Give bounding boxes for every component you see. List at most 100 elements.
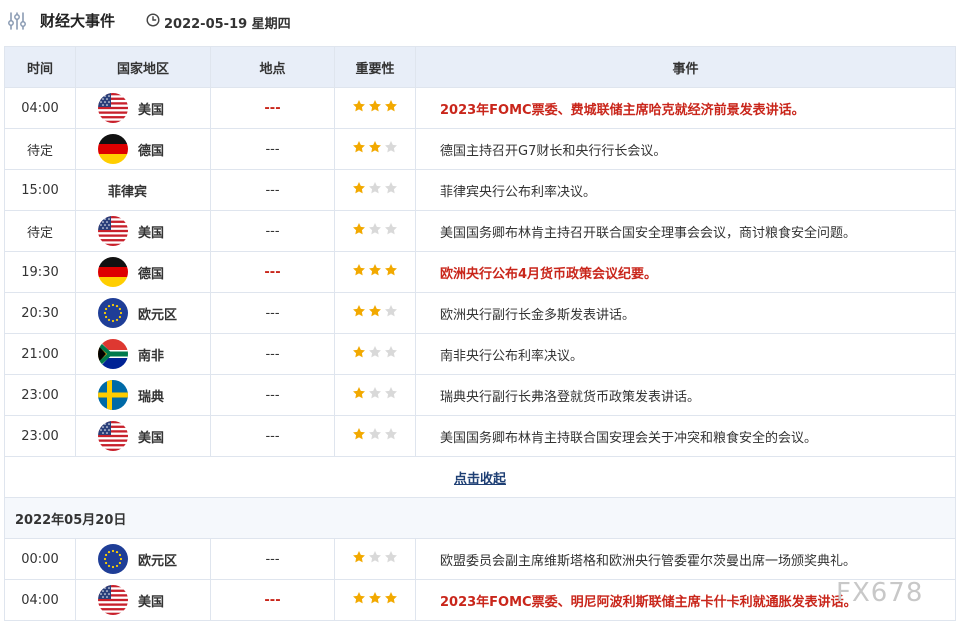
column-header-importance: 重要性: [334, 46, 416, 88]
importance-rating: [334, 333, 416, 375]
event-description: 欧洲央行副行长金多斯发表讲话。: [415, 292, 956, 334]
event-time: 21:00: [4, 333, 76, 375]
table-row: 00:00 欧元区 --- 欧盟委员会副主席维斯塔格和欧洲央行管委霍尔茨曼出席一场颁奖…: [4, 538, 956, 580]
event-description: 2023年FOMC票委、费城联储主席哈克就经济前景发表讲话。: [415, 87, 956, 129]
country-name: 欧元区: [138, 553, 178, 569]
flag-eu-icon: [98, 544, 128, 574]
flag-us-icon: [98, 216, 128, 246]
event-location: ---: [210, 579, 335, 621]
table-header-row: 时间 国家地区 地点 重要性 事件: [4, 46, 956, 88]
star-empty-icon: [369, 428, 381, 440]
star-empty-icon: [385, 551, 397, 563]
event-location: ---: [210, 415, 335, 457]
star-empty-icon: [369, 182, 381, 194]
collapse-row: 点击收起: [4, 456, 956, 498]
star-empty-icon: [385, 387, 397, 399]
country-name: 德国: [138, 143, 165, 159]
star-filled-icon: [353, 264, 365, 276]
star-filled-icon: [369, 141, 381, 153]
collapse-link[interactable]: 点击收起: [454, 472, 506, 487]
country-name: 菲律宾: [108, 184, 148, 200]
event-location: ---: [210, 128, 335, 170]
country-name: 美国: [138, 225, 165, 241]
star-filled-icon: [353, 223, 365, 235]
events-table: 时间 国家地区 地点 重要性 事件 04:00 美国 --- 2023年FOMC票委、…: [4, 46, 956, 621]
event-time: 00:00: [4, 538, 76, 580]
next-day-label: 2022年05月20日: [4, 497, 956, 539]
importance-rating: [334, 128, 416, 170]
event-location: ---: [210, 251, 335, 293]
country-name: 德国: [138, 266, 165, 282]
importance-rating: [334, 415, 416, 457]
flag-us-icon: [98, 585, 128, 615]
column-header-country: 国家地区: [75, 46, 211, 88]
star-filled-icon: [353, 100, 365, 112]
page-header: 财经大事件 2022-05-19 星期四: [0, 0, 960, 42]
event-location: ---: [210, 538, 335, 580]
event-location: ---: [210, 333, 335, 375]
event-time: 待定: [4, 128, 76, 170]
event-description: 美国国务卿布林肯主持联合国安理会关于冲突和粮食安全的会议。: [415, 415, 956, 457]
table-row: 04:00 美国 --- 2023年FOMC票委、明尼阿波利斯联储主席卡什卡利就通胀发…: [4, 579, 956, 621]
table-row: 20:30 欧元区 --- 欧洲央行副行长金多斯发表讲话。: [4, 292, 956, 334]
star-empty-icon: [385, 141, 397, 153]
event-location: ---: [210, 87, 335, 129]
country-name: 南非: [138, 348, 165, 364]
event-description: 南非央行公布利率决议。: [415, 333, 956, 375]
table-row: 23:00 瑞典 --- 瑞典央行副行长弗洛登就货币政策发表讲话。: [4, 374, 956, 416]
sliders-icon: [8, 12, 26, 30]
importance-rating: [334, 169, 416, 211]
event-description: 美国国务卿布林肯主持召开联合国安全理事会会议，商讨粮食安全问题。: [415, 210, 956, 252]
star-filled-icon: [369, 264, 381, 276]
event-description: 菲律宾央行公布利率决议。: [415, 169, 956, 211]
star-filled-icon: [385, 592, 397, 604]
country-name: 欧元区: [138, 307, 178, 323]
flag-eu-icon: [98, 298, 128, 328]
table-row: 23:00 美国 --- 美国国务卿布林肯主持联合国安理会关于冲突和粮食安全的会议。: [4, 415, 956, 457]
star-empty-icon: [385, 428, 397, 440]
importance-rating: [334, 579, 416, 621]
star-filled-icon: [369, 305, 381, 317]
country-name: 美国: [138, 594, 165, 610]
page-title: 财经大事件: [40, 12, 116, 30]
importance-rating: [334, 374, 416, 416]
flag-za-icon: [98, 339, 128, 369]
flag-us-icon: [98, 93, 128, 123]
flag-de-icon: [98, 134, 128, 164]
event-time: 待定: [4, 210, 76, 252]
star-filled-icon: [385, 100, 397, 112]
importance-rating: [334, 292, 416, 334]
star-filled-icon: [353, 428, 365, 440]
event-location: ---: [210, 374, 335, 416]
star-filled-icon: [353, 141, 365, 153]
star-filled-icon: [385, 264, 397, 276]
star-empty-icon: [369, 387, 381, 399]
flag-se-icon: [98, 380, 128, 410]
event-time: 19:30: [4, 251, 76, 293]
star-filled-icon: [369, 100, 381, 112]
importance-rating: [334, 538, 416, 580]
table-row: 04:00 美国 --- 2023年FOMC票委、费城联储主席哈克就经济前景发表讲话。: [4, 87, 956, 129]
table-row: 15:00 菲律宾 --- 菲律宾央行公布利率决议。: [4, 169, 956, 211]
star-empty-icon: [369, 346, 381, 358]
country-name: 美国: [138, 430, 165, 446]
star-empty-icon: [385, 346, 397, 358]
star-empty-icon: [385, 223, 397, 235]
star-empty-icon: [385, 182, 397, 194]
event-time: 04:00: [4, 579, 76, 621]
star-filled-icon: [353, 387, 365, 399]
column-header-time: 时间: [4, 46, 76, 88]
table-row: 待定 美国 --- 美国国务卿布林肯主持召开联合国安全理事会会议，商讨粮食安全问题。: [4, 210, 956, 252]
event-description: 德国主持召开G7财长和央行行长会议。: [415, 128, 956, 170]
star-filled-icon: [353, 346, 365, 358]
star-filled-icon: [353, 551, 365, 563]
country-name: 美国: [138, 102, 165, 118]
star-filled-icon: [353, 182, 365, 194]
flag-us-icon: [98, 421, 128, 451]
table-row: 21:00 南非 --- 南非央行公布利率决议。: [4, 333, 956, 375]
importance-rating: [334, 251, 416, 293]
date-divider-row: 2022年05月20日: [4, 497, 956, 539]
watermark-logo: FX678: [836, 578, 924, 608]
event-time: 20:30: [4, 292, 76, 334]
column-header-event: 事件: [415, 46, 956, 88]
